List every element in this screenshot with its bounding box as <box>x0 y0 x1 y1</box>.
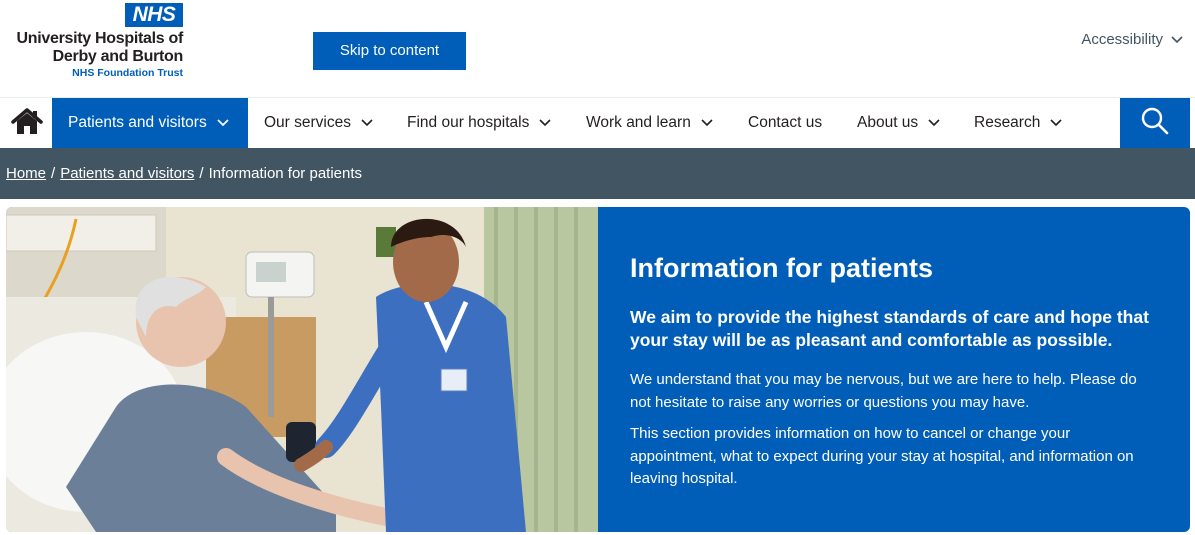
breadcrumb-separator: / <box>51 165 56 182</box>
home-icon[interactable] <box>10 107 44 137</box>
nav-item-research[interactable]: Research <box>974 98 1062 148</box>
logo-name-line2: Derby and Burton <box>52 48 184 65</box>
accessibility-menu[interactable]: Accessibility <box>1081 31 1183 48</box>
nav-item-label: Research <box>974 114 1041 131</box>
nav-item-label: About us <box>857 114 919 131</box>
nav-item-contact-us[interactable]: Contact us <box>748 98 822 148</box>
hero-paragraph: This section provides information on how… <box>630 425 1134 487</box>
logo-trust-line: NHS Foundation Trust <box>72 67 183 79</box>
site-header: NHS University Hospitals of Derby and Bu… <box>0 0 1195 97</box>
main-nav: Patients and visitors Our services Find … <box>0 97 1195 148</box>
nav-item-label: Find our hospitals <box>407 114 530 131</box>
page-title: Information for patients <box>630 253 933 283</box>
breadcrumb-parent-link[interactable]: Patients and visitors <box>60 165 194 182</box>
nhs-badge: NHS <box>125 3 183 27</box>
hero-banner: Information for patients We aim to provi… <box>6 207 1190 532</box>
accessibility-label: Accessibility <box>1081 31 1163 48</box>
hero-paragraph: We understand that you may be nervous, b… <box>630 371 1137 411</box>
hero-content: Information for patients We aim to provi… <box>630 251 1160 500</box>
trust-logo[interactable]: NHS University Hospitals of Derby and Bu… <box>7 3 185 79</box>
chevron-down-icon <box>701 99 713 147</box>
chevron-down-icon <box>217 99 229 147</box>
nav-item-label: Our services <box>264 114 351 131</box>
nav-item-label: Work and learn <box>586 114 691 131</box>
nav-item-about-us[interactable]: About us <box>857 98 940 148</box>
hero-photo-nurse-and-patient <box>6 207 598 532</box>
nav-item-patients-and-visitors[interactable]: Patients and visitors <box>52 98 248 148</box>
chevron-down-icon <box>361 99 373 147</box>
hero-lead-text: We aim to provide the highest standards … <box>630 307 1149 350</box>
chevron-down-icon <box>1171 31 1183 48</box>
breadcrumb-current: Information for patients <box>208 165 363 182</box>
nav-item-our-services[interactable]: Our services <box>264 98 373 148</box>
nav-item-work-and-learn[interactable]: Work and learn <box>586 98 713 148</box>
skip-to-content-button[interactable]: Skip to content <box>313 32 466 70</box>
nav-item-label: Contact us <box>748 114 823 131</box>
search-button[interactable] <box>1120 98 1190 148</box>
chevron-down-icon <box>539 99 551 147</box>
breadcrumb-separator: / <box>199 165 204 182</box>
nav-item-find-our-hospitals[interactable]: Find our hospitals <box>407 98 551 148</box>
chevron-down-icon <box>1050 99 1062 147</box>
search-icon <box>1140 106 1170 141</box>
breadcrumb-home-link[interactable]: Home <box>6 165 46 182</box>
chevron-down-icon <box>928 99 940 147</box>
nav-item-label: Patients and visitors <box>68 114 207 131</box>
logo-name-line1: University Hospitals of <box>16 30 184 47</box>
breadcrumb: Home / Patients and visitors / Informati… <box>0 148 1195 199</box>
